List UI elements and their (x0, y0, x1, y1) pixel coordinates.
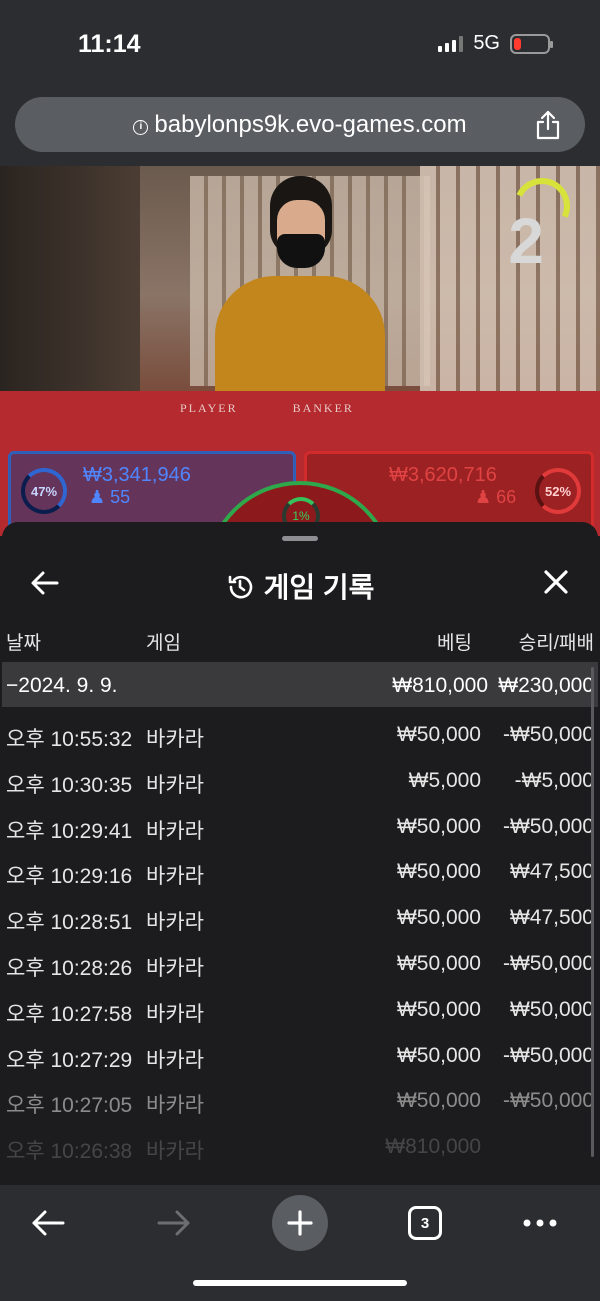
history-rows: 오후 10:55:32 바카라 ₩50,000 -₩50,000 오후 10:30:… (2, 711, 598, 1169)
table-row[interactable]: 오후 10:27:58 바카라 ₩50,000 ₩50,000 (2, 986, 598, 1032)
close-icon[interactable] (542, 568, 570, 596)
video-background-left (0, 166, 140, 406)
table-labels: PLAYER BANKER (180, 401, 404, 416)
date-group-summary[interactable]: −2024. 9. 9. ₩810,000 ₩230,000 (2, 662, 598, 707)
browser-back-button[interactable] (20, 1195, 76, 1251)
signal-icon (438, 35, 464, 52)
banker-bet-amount: ₩3,620,716 (389, 464, 497, 486)
table-label-player: PLAYER (180, 401, 238, 415)
history-column-headers: 날짜 게임 베팅 승리/패배 (2, 622, 598, 662)
table-row[interactable]: 오후 10:27:05 바카라 ₩50,000 -₩50,000 (2, 1077, 598, 1123)
summary-date: −2024. 9. 9. (6, 674, 118, 697)
table-row[interactable]: 오후 10:26:38 바카라 ₩810,000 (2, 1123, 598, 1169)
banker-bettor-count: ♟ 66 (475, 487, 517, 507)
address-bar[interactable]: i babylonps9k.evo-games.com (15, 97, 585, 152)
forward-arrow-icon (157, 1210, 190, 1236)
table-row[interactable]: 오후 10:28:26 바카라 ₩50,000 -₩50,000 (2, 940, 598, 986)
player-bettor-count: ♟ 55 (89, 487, 131, 507)
battery-icon (510, 33, 553, 54)
column-result: 승리/패배 (518, 633, 594, 654)
share-icon[interactable] (533, 109, 563, 141)
plus-icon (287, 1210, 313, 1236)
dealer-figure (215, 176, 385, 416)
status-time: 11:14 (78, 30, 141, 58)
browser-toolbar: 3 (0, 1185, 600, 1301)
player-percent-ring: 47% (21, 468, 67, 514)
sheet-title: 게임 기록 (2, 566, 598, 606)
history-icon (228, 575, 252, 599)
sheet-grabber[interactable] (282, 536, 318, 541)
column-bet: 베팅 (437, 633, 472, 654)
sheet-header: 게임 기록 (2, 552, 598, 612)
table-row[interactable]: 오후 10:28:51 바카라 ₩50,000 ₩47,500 (2, 894, 598, 940)
browser-forward-button[interactable] (146, 1195, 202, 1251)
person-icon: ♟ (89, 487, 106, 507)
video-background-screen-right (420, 166, 600, 406)
tab-count: 3 (408, 1206, 442, 1240)
betting-countdown: 2 (508, 205, 544, 277)
new-tab-button[interactable] (272, 1195, 328, 1251)
table-row[interactable]: 오후 10:55:32 바카라 ₩50,000 -₩50,000 (2, 711, 598, 757)
more-icon (523, 1219, 557, 1227)
network-type: 5G (473, 32, 500, 54)
live-stream-video[interactable]: PLAYER BANKER 2 47% ₩3,341,946 ♟ 55 ₩3,6… (0, 166, 600, 536)
status-indicators: 5G (438, 32, 553, 55)
summary-result-total: ₩230,000 (498, 674, 594, 697)
column-game: 게임 (146, 633, 181, 654)
tabs-button[interactable]: 3 (397, 1195, 453, 1251)
table-row[interactable]: 오후 10:29:16 바카라 ₩50,000 ₩47,500 (2, 848, 598, 894)
banker-percent-ring: 52% (535, 468, 581, 514)
player-bet-amount: ₩3,341,946 (83, 464, 191, 486)
table-row[interactable]: 오후 10:30:35 바카라 ₩5,000 -₩5,000 (2, 757, 598, 803)
game-history-sheet: 게임 기록 날짜 게임 베팅 승리/패배 −2024. 9. 9. ₩810,0… (2, 522, 598, 1185)
home-indicator[interactable] (193, 1280, 407, 1286)
table-row[interactable]: 오후 10:29:41 바카라 ₩50,000 -₩50,000 (2, 803, 598, 849)
summary-bet-total: ₩810,000 (392, 674, 488, 697)
url-text: babylonps9k.evo-games.com (154, 111, 467, 138)
person-icon: ♟ (475, 487, 492, 507)
column-date: 날짜 (6, 633, 41, 654)
table-label-banker: BANKER (292, 401, 354, 415)
browser-address-area: i babylonps9k.evo-games.com (0, 88, 600, 166)
more-menu-button[interactable] (512, 1195, 568, 1251)
status-bar: 11:14 5G (0, 0, 600, 88)
history-scrollbar[interactable] (591, 667, 594, 1157)
back-arrow-icon (32, 1210, 65, 1236)
info-icon[interactable]: i (133, 120, 149, 135)
table-row[interactable]: 오후 10:27:29 바카라 ₩50,000 -₩50,000 (2, 1032, 598, 1078)
